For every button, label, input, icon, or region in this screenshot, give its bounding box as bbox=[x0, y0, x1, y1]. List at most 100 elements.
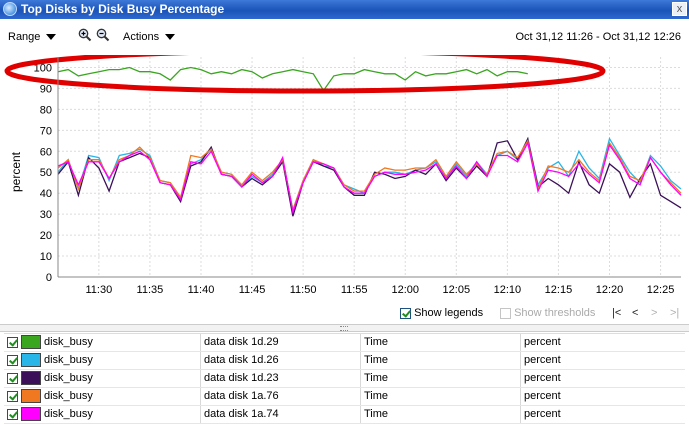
last-page-button[interactable]: >| bbox=[670, 307, 679, 319]
unit-cell: percent bbox=[524, 372, 561, 384]
metric-cell: disk_busy bbox=[44, 390, 93, 402]
chart-area: 0 10 20 30 40 50 60 70 80 90 100 11:30 11:35 11:40 11… bbox=[0, 55, 689, 300]
table-row[interactable]: disk_busy data disk 1a.74 Time percent bbox=[4, 406, 685, 424]
y-tick-label: 90 bbox=[40, 83, 52, 95]
show-legends-checkbox[interactable] bbox=[400, 307, 411, 319]
chevron-down-icon bbox=[46, 34, 57, 41]
series-table: disk_busy data disk 1d.29 Time percent disk_… bbox=[4, 333, 685, 424]
date-range: Oct 31,12 11:26 - Oct 31,12 12:26 bbox=[515, 31, 681, 43]
axis-cell: Time bbox=[364, 390, 389, 402]
chevron-down-icon bbox=[165, 34, 176, 41]
table-row[interactable]: disk_busy data disk 1d.26 Time percent bbox=[4, 352, 685, 370]
line-chart[interactable]: 0102030405060708090100 11:30 11:35 11:40 11… bbox=[0, 55, 689, 300]
row-visible-checkbox[interactable] bbox=[7, 373, 18, 384]
series-color-swatch bbox=[21, 389, 41, 403]
show-thresholds-label: Show thresholds bbox=[514, 307, 596, 319]
column-divider bbox=[200, 334, 201, 351]
row-visible-checkbox[interactable] bbox=[7, 391, 18, 402]
zoom-out-icon[interactable] bbox=[96, 28, 110, 42]
x-tick-label: 12:00 bbox=[391, 284, 419, 296]
show-thresholds-toggle[interactable]: Show thresholds bbox=[500, 307, 595, 319]
column-divider bbox=[360, 370, 361, 387]
series-line bbox=[57, 136, 682, 213]
zoom-in-icon[interactable] bbox=[78, 28, 92, 42]
column-divider bbox=[200, 406, 201, 423]
x-tick-label: 11:40 bbox=[188, 284, 215, 296]
object-cell: data disk 1d.26 bbox=[204, 354, 279, 366]
unit-cell: percent bbox=[524, 336, 561, 348]
y-tick-label: 50 bbox=[40, 167, 52, 179]
window-title-bar: Top Disks by Disk Busy Percentage x bbox=[0, 0, 689, 19]
column-divider bbox=[360, 406, 361, 423]
axis-cell: Time bbox=[364, 354, 389, 366]
column-divider bbox=[520, 334, 521, 351]
column-divider bbox=[360, 334, 361, 351]
x-tick-label: 12:10 bbox=[494, 284, 522, 296]
show-legends-toggle[interactable]: Show legends bbox=[400, 307, 483, 319]
column-divider bbox=[360, 352, 361, 369]
annotation-ellipse bbox=[4, 55, 606, 94]
axis-cell: Time bbox=[364, 336, 389, 348]
window-title: Top Disks by Disk Busy Percentage bbox=[21, 2, 225, 16]
axis-cell: Time bbox=[364, 408, 389, 420]
column-divider bbox=[200, 352, 201, 369]
actions-dropdown[interactable]: Actions bbox=[123, 31, 176, 43]
x-tick-label: 12:15 bbox=[545, 284, 573, 296]
x-tick-label: 12:20 bbox=[596, 284, 624, 296]
series-line bbox=[57, 136, 682, 217]
y-axis-label: percent bbox=[9, 151, 24, 193]
x-tick-label: 11:50 bbox=[290, 284, 317, 296]
column-divider bbox=[200, 370, 201, 387]
unit-cell: percent bbox=[524, 390, 561, 402]
column-divider bbox=[200, 388, 201, 405]
first-page-button[interactable]: |< bbox=[612, 307, 621, 319]
x-tick-label: 12:25 bbox=[647, 284, 675, 296]
legend-controls: Show legends Show thresholds |< < > >| bbox=[0, 302, 689, 324]
range-dropdown[interactable]: Range bbox=[8, 31, 57, 43]
metric-cell: disk_busy bbox=[44, 408, 93, 420]
close-button[interactable]: x bbox=[672, 2, 687, 16]
metric-cell: disk_busy bbox=[44, 336, 93, 348]
object-cell: data disk 1a.74 bbox=[204, 408, 279, 420]
object-cell: data disk 1d.23 bbox=[204, 372, 279, 384]
app-icon bbox=[3, 2, 17, 16]
toolbar: Range Actions Oct 31,12 11:26 - Oct 31,1… bbox=[0, 19, 689, 55]
row-visible-checkbox[interactable] bbox=[7, 409, 18, 420]
actions-label: Actions bbox=[123, 31, 160, 43]
column-divider bbox=[520, 406, 521, 423]
y-tick-label: 10 bbox=[40, 251, 52, 263]
object-cell: data disk 1d.29 bbox=[204, 336, 279, 348]
object-cell: data disk 1a.76 bbox=[204, 390, 279, 402]
series-color-swatch bbox=[21, 407, 41, 421]
x-tick-label: 11:45 bbox=[239, 284, 266, 296]
x-tick-label: 11:30 bbox=[85, 284, 112, 296]
y-tick-label: 70 bbox=[40, 125, 52, 137]
column-divider bbox=[520, 352, 521, 369]
splitter-grip[interactable] bbox=[340, 326, 348, 331]
table-row[interactable]: disk_busy data disk 1d.23 Time percent bbox=[4, 370, 685, 388]
x-tick-label: 11:35 bbox=[137, 284, 164, 296]
series-line bbox=[57, 141, 682, 215]
splitter[interactable] bbox=[0, 324, 689, 332]
unit-cell: percent bbox=[524, 408, 561, 420]
y-tick-label: 40 bbox=[40, 188, 52, 200]
y-tick-label: 30 bbox=[40, 209, 52, 221]
next-page-button[interactable]: > bbox=[651, 307, 657, 319]
y-tick-label: 60 bbox=[40, 146, 52, 158]
x-tick-label: 12:05 bbox=[443, 284, 471, 296]
range-label: Range bbox=[8, 31, 41, 43]
show-thresholds-checkbox[interactable] bbox=[500, 307, 511, 319]
series-color-swatch bbox=[21, 335, 41, 349]
table-row[interactable]: disk_busy data disk 1d.29 Time percent bbox=[4, 334, 685, 352]
unit-cell: percent bbox=[524, 354, 561, 366]
table-row[interactable]: disk_busy data disk 1a.76 Time percent bbox=[4, 388, 685, 406]
column-divider bbox=[520, 388, 521, 405]
row-visible-checkbox[interactable] bbox=[7, 337, 18, 348]
prev-page-button[interactable]: < bbox=[632, 307, 638, 319]
x-tick-label: 11:55 bbox=[341, 284, 368, 296]
row-visible-checkbox[interactable] bbox=[7, 355, 18, 366]
y-axis-ticks: 0102030405060708090100 bbox=[34, 62, 52, 284]
y-tick-label: 0 bbox=[46, 272, 52, 284]
series-color-swatch bbox=[21, 353, 41, 367]
metric-cell: disk_busy bbox=[44, 354, 93, 366]
